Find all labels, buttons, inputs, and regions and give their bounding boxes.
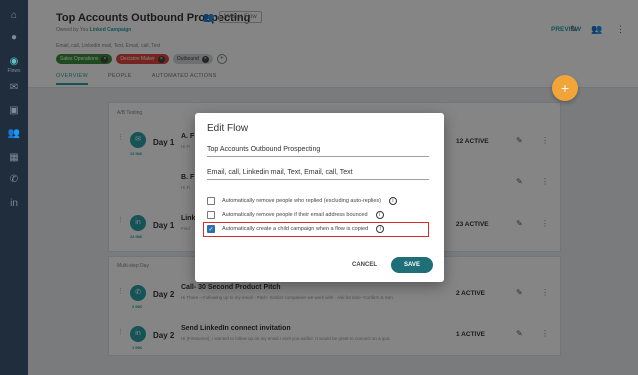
compass-icon[interactable]: ◉ — [7, 54, 21, 68]
remove-replied-checkbox[interactable] — [207, 197, 215, 205]
option-label: Automatically remove people who replied … — [222, 198, 381, 204]
rail-label-flows: Flows — [7, 68, 21, 74]
highlight-box — [203, 222, 429, 237]
grid-icon[interactable]: ▦ — [7, 150, 21, 164]
remove-bounced-checkbox[interactable] — [207, 211, 215, 219]
option-remove-bounced: Automatically remove people if their ema… — [207, 211, 384, 219]
linkedin-icon[interactable]: in — [7, 196, 21, 210]
cancel-button[interactable]: CANCEL — [352, 262, 377, 268]
edit-flow-dialog: Edit Flow Top Accounts Outbound Prospect… — [195, 113, 444, 282]
flow-name-field[interactable]: Top Accounts Outbound Prospecting — [207, 146, 429, 157]
option-label: Automatically remove people if their ema… — [222, 212, 368, 218]
circle-icon[interactable]: ● — [7, 30, 21, 44]
save-button[interactable]: SAVE — [391, 257, 433, 273]
info-icon[interactable]: i — [388, 197, 397, 205]
flow-steps-field[interactable]: Email, call, Linkedin mail, Text, Email,… — [207, 169, 429, 180]
info-icon[interactable]: i — [375, 211, 384, 219]
phone-icon[interactable]: ✆ — [7, 172, 21, 186]
briefcase-icon[interactable]: ▣ — [7, 103, 21, 117]
left-nav-rail: ⌂ ● ◉ Flows ✉ ▣ 👥 ▦ ✆ in — [0, 0, 28, 375]
home-icon[interactable]: ⌂ — [7, 8, 21, 22]
mail-icon[interactable]: ✉ — [7, 80, 21, 94]
dialog-title: Edit Flow — [207, 123, 249, 134]
option-remove-replied: Automatically remove people who replied … — [207, 197, 397, 205]
add-step-fab[interactable]: + — [552, 75, 578, 101]
people-icon[interactable]: 👥 — [7, 126, 21, 140]
